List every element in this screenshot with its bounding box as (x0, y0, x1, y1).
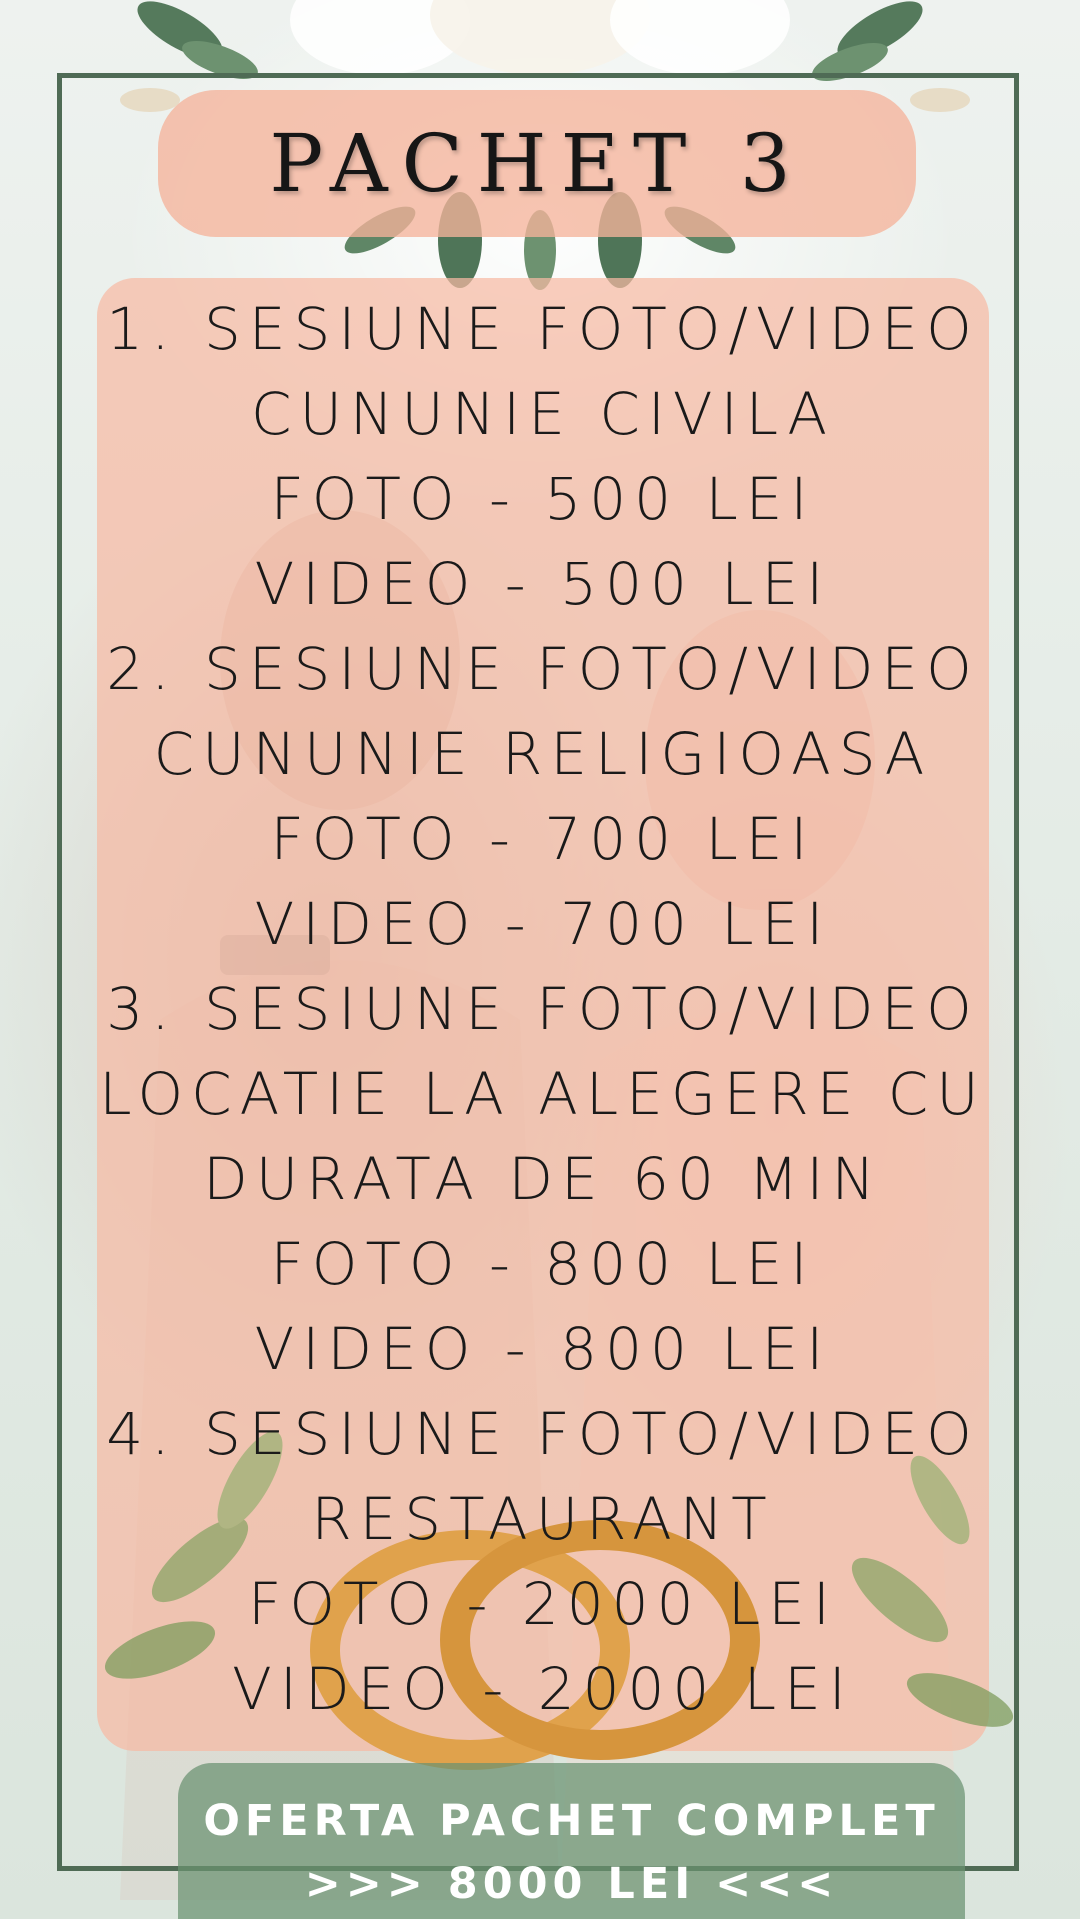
package-line: CUNUNIE RELIGIOASA (153, 720, 933, 788)
package-line: FOTO - 500 LEI (270, 465, 816, 533)
package-line: RESTAURANT (311, 1485, 775, 1553)
package-line: VIDEO - 800 LEI (254, 1315, 832, 1383)
package-line: CUNUNIE CIVILA (250, 380, 836, 448)
package-line: 2. SESIUNE FOTO/VIDEO (106, 635, 980, 703)
package-lines: 1. SESIUNE FOTO/VIDEO CUNUNIE CIVILA FOT… (97, 287, 989, 1732)
offer-banner: OFERTA PACHET COMPLET >>> 8000 LEI <<< (178, 1763, 965, 1919)
package-line: VIDEO - 500 LEI (254, 550, 832, 618)
page-title: PACHET 3 (269, 117, 805, 210)
offer-title: OFERTA PACHET COMPLET (203, 1796, 940, 1846)
package-line: FOTO - 700 LEI (270, 805, 816, 873)
package-line: 4. SESIUNE FOTO/VIDEO (106, 1400, 980, 1468)
package-line: FOTO - 2000 LEI (247, 1570, 838, 1638)
package-line: 1. SESIUNE FOTO/VIDEO (106, 295, 980, 363)
package-line: VIDEO - 700 LEI (254, 890, 832, 958)
offer-price: >>> 8000 LEI <<< (304, 1859, 839, 1909)
package-line: 3. SESIUNE FOTO/VIDEO (106, 975, 980, 1043)
title-banner: PACHET 3 (158, 90, 916, 237)
package-line: LOCATIE LA ALEGERE CU (99, 1060, 987, 1128)
package-line: DURATA DE 60 MIN (203, 1145, 883, 1213)
package-line: VIDEO - 2000 LEI (232, 1655, 854, 1723)
package-line: FOTO - 800 LEI (270, 1230, 816, 1298)
